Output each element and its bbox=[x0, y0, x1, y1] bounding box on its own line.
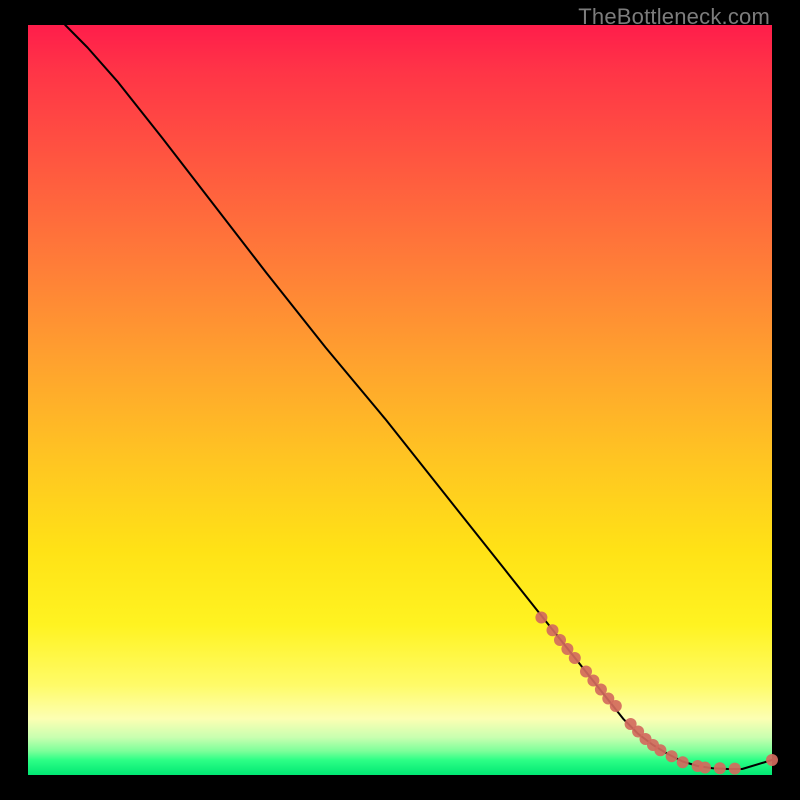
watermark-text: TheBottleneck.com bbox=[578, 4, 770, 30]
plot-area bbox=[28, 25, 772, 775]
bottleneck-curve bbox=[65, 25, 772, 769]
chart-frame: TheBottleneck.com bbox=[0, 0, 800, 800]
curve-layer bbox=[28, 25, 772, 775]
highlight-dots bbox=[535, 612, 778, 775]
